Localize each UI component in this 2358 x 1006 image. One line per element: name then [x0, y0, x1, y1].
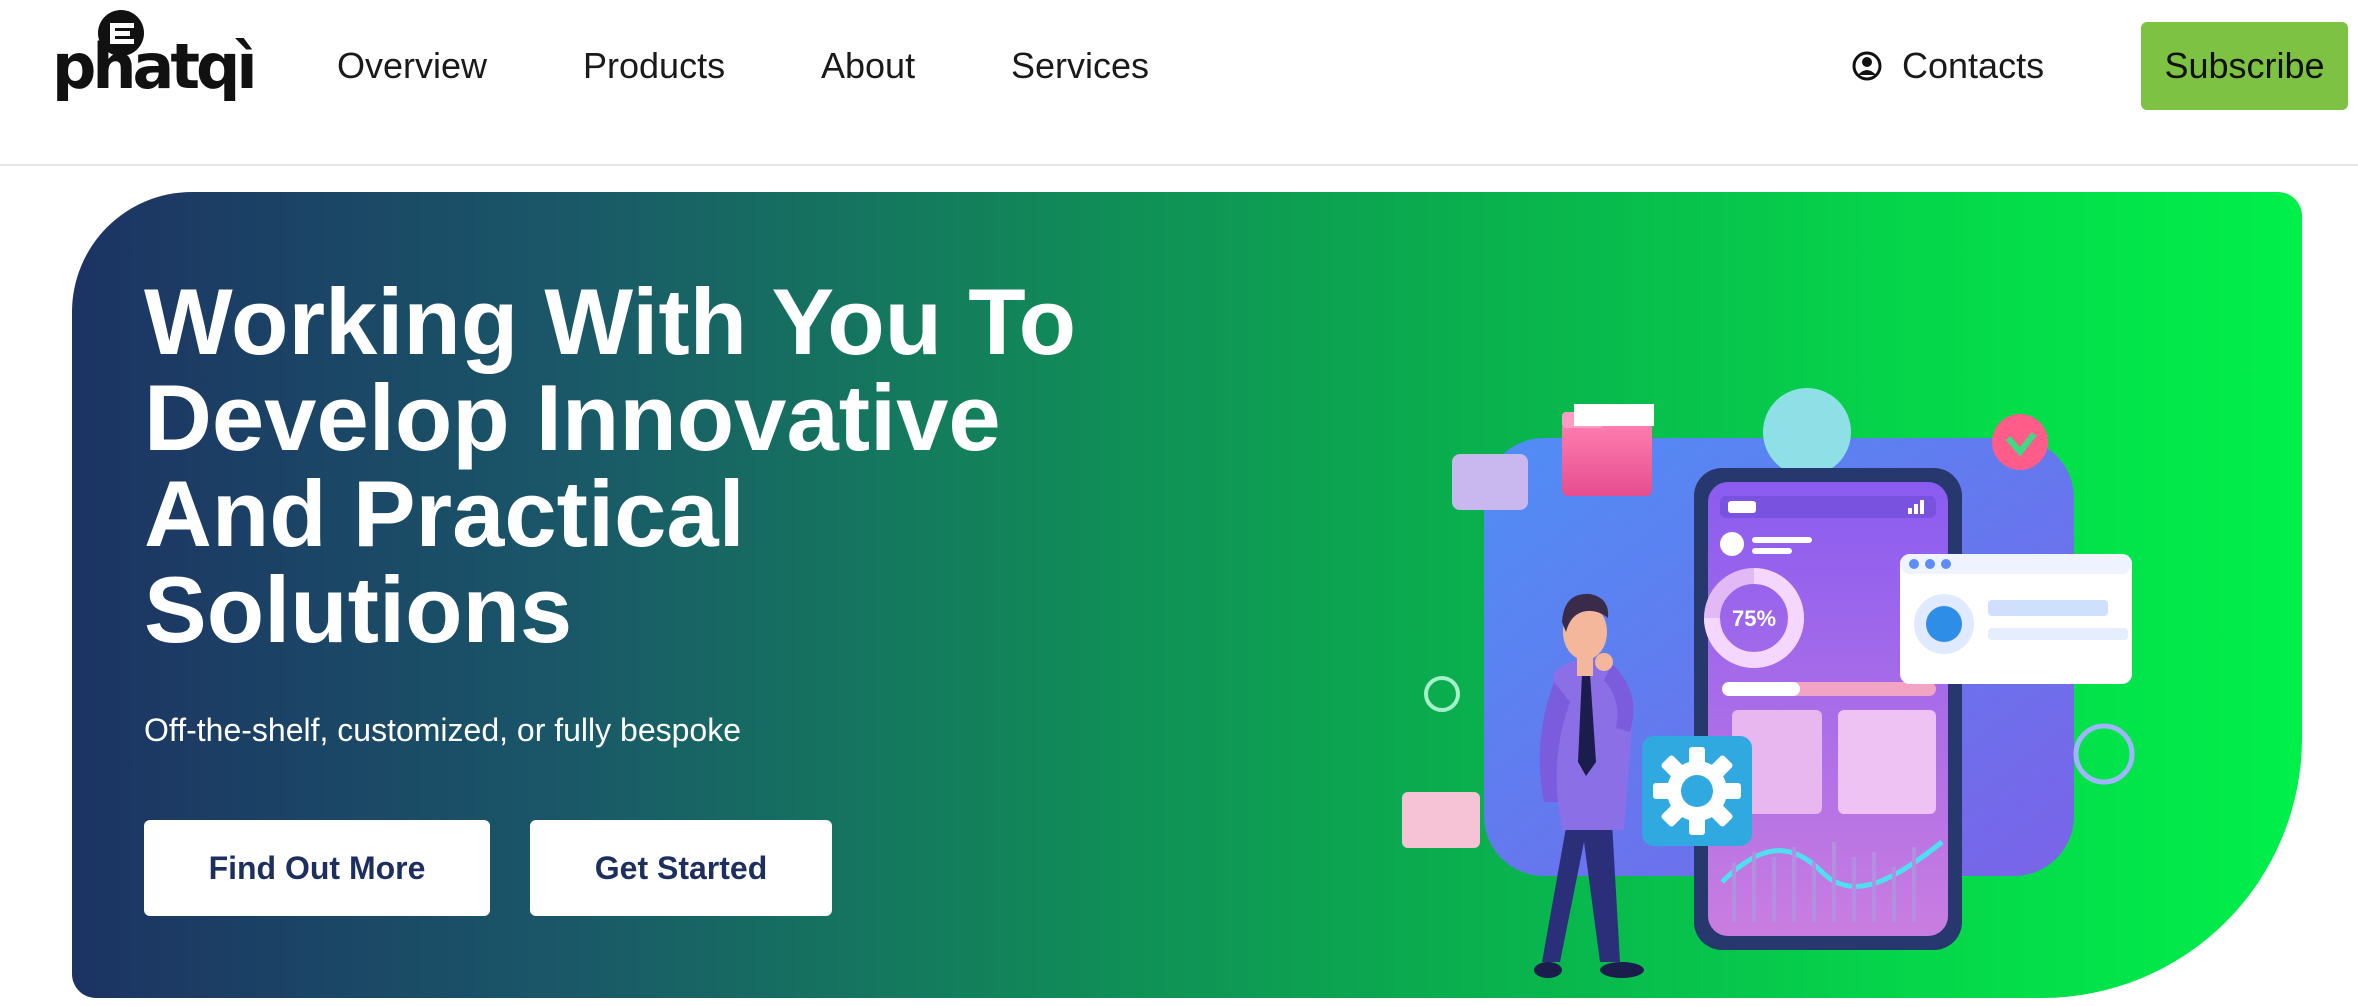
hero-banner: Working With You To Develop Innovative A…	[72, 192, 2302, 998]
nav-item-services[interactable]: Services	[1011, 44, 1149, 88]
decor-card	[1402, 792, 1480, 848]
contacts-label: Contacts	[1902, 45, 2045, 86]
nav-item-about[interactable]: About	[821, 44, 915, 88]
find-out-more-button[interactable]: Find Out More	[144, 820, 490, 916]
contacts-link[interactable]: Contacts	[1852, 44, 2044, 88]
nav-item-overview[interactable]: Overview	[337, 44, 487, 88]
decor-square	[1452, 454, 1528, 510]
site-header: phatqì Overview Products About Services …	[0, 0, 2358, 166]
check-badge-icon	[1992, 414, 2048, 470]
user-circle-icon	[1852, 51, 1882, 81]
brand-logo[interactable]: phatqì	[52, 8, 258, 108]
decor-ring	[2073, 723, 2135, 785]
hero-illustration: 75%	[1402, 388, 2135, 978]
hero-title-line: Develop Innovative	[144, 365, 1001, 470]
get-started-button[interactable]: Get Started	[530, 820, 832, 916]
hero-title-line: Solutions	[144, 557, 573, 662]
hero-title: Working With You To Develop Innovative A…	[144, 274, 1194, 658]
hero-title-line: And Practical	[144, 461, 745, 566]
nav-item-products[interactable]: Products	[583, 44, 725, 88]
hero-subtitle: Off-the-shelf, customized, or fully besp…	[144, 712, 742, 748]
decor-ring	[1424, 676, 1460, 712]
decor-circle	[1763, 388, 1851, 476]
progress-label: 75%	[1732, 606, 1776, 631]
hero-title-line: Working With You To	[144, 269, 1077, 374]
gear-icon	[1653, 747, 1741, 835]
folder-icon	[1562, 422, 1652, 496]
logo-wordmark: phatqì	[52, 30, 258, 103]
subscribe-button[interactable]: Subscribe	[2141, 22, 2348, 110]
